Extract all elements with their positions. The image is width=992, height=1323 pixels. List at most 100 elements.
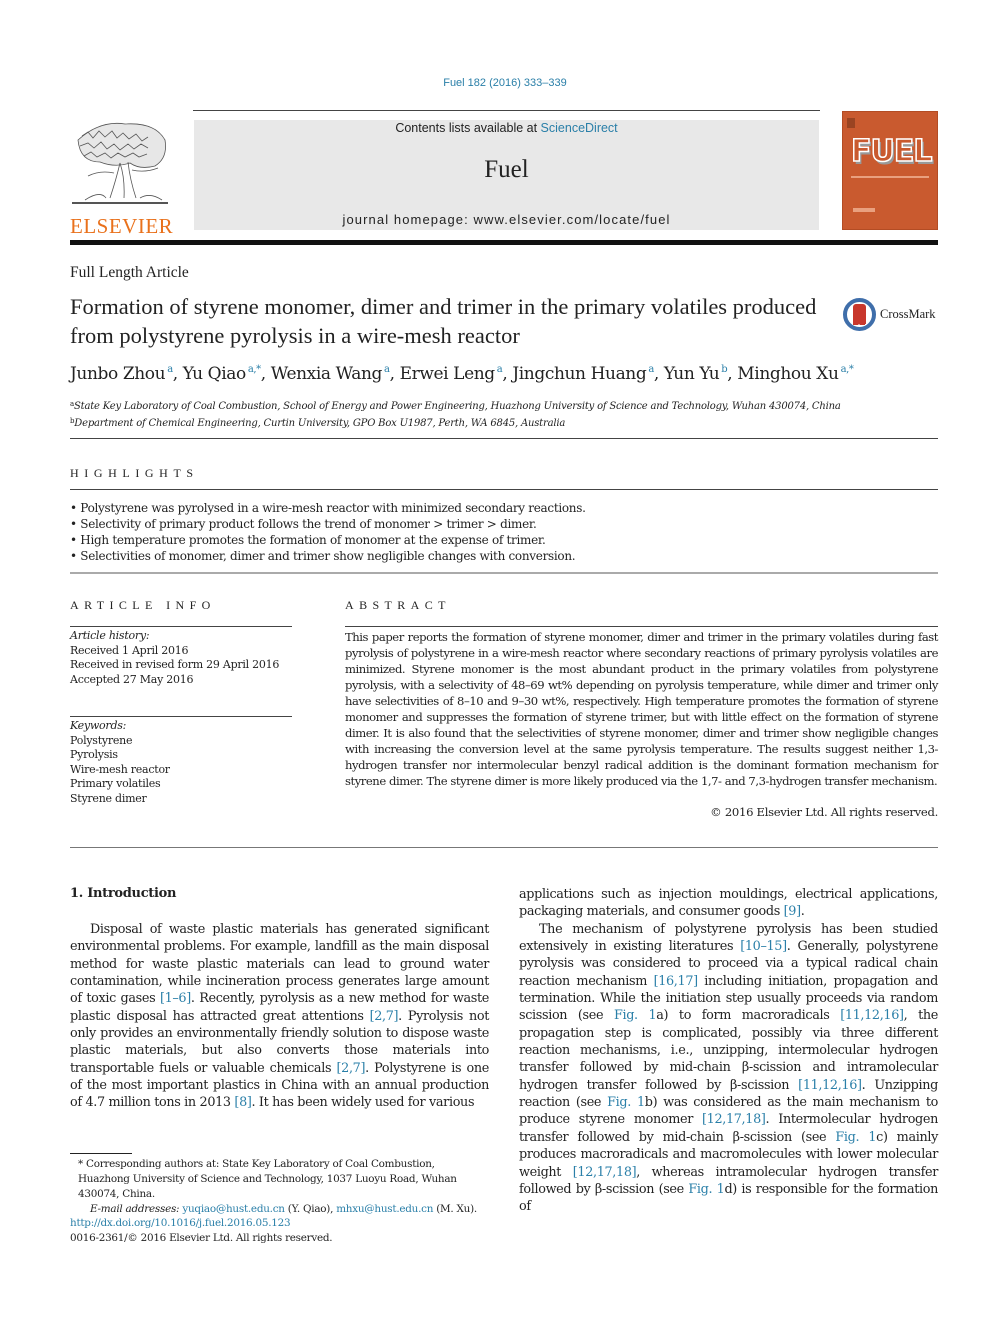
keyword-item: Wire-mesh reactor <box>70 762 170 776</box>
affiliation-b: bDepartment of Chemical Engineering, Cur… <box>70 414 841 431</box>
header-rule <box>193 110 820 111</box>
history-revised: Received in revised form 29 April 2016 <box>70 658 280 672</box>
author-list: Junbo Zhou a, Yu Qiao a,*, Wenxia Wang a, E… <box>70 364 854 384</box>
journal-name[interactable]: Fuel <box>194 156 819 184</box>
article-title: Formation of styrene monomer, dimer and … <box>70 294 817 348</box>
citation-link[interactable]: [11,12,16] <box>798 1078 862 1093</box>
abstract-copyright: © 2016 Elsevier Ltd. All rights reserved… <box>710 805 938 819</box>
elsevier-wordmark: ELSEVIER <box>70 214 174 238</box>
keyword-item: Pyrolysis <box>70 748 118 762</box>
journal-cover-image[interactable]: FUEL <box>842 111 938 230</box>
citation-link[interactable]: [2,7] <box>337 1061 366 1076</box>
email-line: E-mail addresses: yuqiao@hust.edu.cn (Y.… <box>70 1202 489 1217</box>
corresponding-author-note: * Corresponding authors at: State Key La… <box>78 1158 457 1200</box>
body-text: a) to form macroradicals <box>656 1008 841 1024</box>
contents-prefix: Contents lists available at <box>395 121 541 135</box>
affiliation-a: aState Key Laboratory of Coal Combustion… <box>70 397 841 414</box>
email-owner: (Y. Qiao), <box>284 1203 337 1215</box>
divider <box>70 572 938 574</box>
author-name[interactable]: Wenxia Wang <box>271 364 383 384</box>
affiliation-text: Department of Chemical Engineering, Curt… <box>74 418 566 429</box>
figure-reference-link[interactable]: Fig. 1 <box>835 1130 876 1145</box>
crossmark-button[interactable]: CrossMark <box>843 298 936 331</box>
footnote: * Corresponding authors at: State Key La… <box>70 1157 489 1217</box>
paragraph: The mechanism of polystyrene pyrolysis h… <box>519 921 938 1216</box>
keyword-item: Styrene dimer <box>70 791 147 805</box>
divider <box>345 626 938 627</box>
author-affiliation-marker[interactable]: b <box>721 364 727 375</box>
email-link-qiao[interactable]: yuqiao@hust.edu.cn <box>182 1203 285 1215</box>
figure-reference-link[interactable]: Fig. 1 <box>688 1182 724 1197</box>
footnote-rule <box>70 1153 132 1154</box>
divider <box>70 626 292 627</box>
history-received: Received 1 April 2016 <box>70 643 189 657</box>
article-type: Full Length Article <box>70 264 189 281</box>
body-text: applications such as injection mouldings… <box>519 887 938 920</box>
highlight-item: Selectivity of primary product follows t… <box>70 516 586 532</box>
header-thick-rule <box>70 240 938 245</box>
journal-masthead: Contents lists available at ScienceDirec… <box>194 120 819 230</box>
journal-citation[interactable]: Fuel 182 (2016) 333–339 <box>0 77 992 89</box>
author-name[interactable]: Yu Qiao <box>183 364 246 384</box>
author-affiliation-marker[interactable]: a <box>384 364 390 375</box>
author-affiliation-marker[interactable]: a <box>497 364 503 375</box>
highlights-heading: HIGHLIGHTS <box>70 466 199 480</box>
citation-link[interactable]: [16,17] <box>654 974 699 989</box>
doi-block: http://dx.doi.org/10.1016/j.fuel.2016.05… <box>70 1216 333 1246</box>
author-name[interactable]: Erwei Leng <box>400 364 496 384</box>
divider <box>70 847 938 848</box>
issn-line: 0016-2361/© 2016 Elsevier Ltd. All right… <box>70 1232 333 1244</box>
history-accepted: Accepted 27 May 2016 <box>70 672 194 686</box>
crossmark-label: CrossMark <box>880 307 936 321</box>
author-name[interactable]: Junbo Zhou <box>70 364 166 384</box>
abstract-text: This paper reports the formation of styr… <box>345 630 938 788</box>
citation-link[interactable]: [10–15] <box>740 939 787 954</box>
author-name[interactable]: Minghou Xu <box>737 364 839 384</box>
author-affiliation-marker[interactable]: a,* <box>248 364 261 375</box>
contents-line: Contents lists available at ScienceDirec… <box>194 121 819 135</box>
elsevier-logo[interactable]: ELSEVIER <box>70 118 173 238</box>
citation-link[interactable]: [1–6] <box>160 991 191 1006</box>
article-history: Article history: Received 1 April 2016 R… <box>70 629 279 687</box>
citation-link[interactable]: [8] <box>234 1095 251 1110</box>
sciencedirect-link[interactable]: ScienceDirect <box>541 121 618 135</box>
keyword-item: Polystyrene <box>70 733 133 747</box>
citation-link[interactable]: [2,7] <box>370 1009 399 1024</box>
body-text: . It has been widely used for various <box>251 1095 475 1111</box>
section-heading-introduction: 1. Introduction <box>70 886 177 901</box>
cover-title: FUEL <box>850 133 933 170</box>
affiliation-text: State Key Laboratory of Coal Combustion,… <box>73 401 841 412</box>
email-link-xu[interactable]: mhxu@hust.edu.cn <box>336 1203 433 1215</box>
divider <box>70 489 938 490</box>
figure-reference-link[interactable]: Fig. 1 <box>614 1008 657 1023</box>
cover-subtitle-bar <box>851 176 929 178</box>
email-label: E-mail addresses: <box>90 1203 180 1215</box>
introduction-left-column: Disposal of waste plastic materials has … <box>70 921 489 1112</box>
author-name[interactable]: Yun Yu <box>664 364 720 384</box>
citation-link[interactable]: [9] <box>784 904 801 919</box>
author-name[interactable]: Jingchun Huang <box>512 364 646 384</box>
article-info-heading: ARTICLE INFO <box>70 598 216 612</box>
author-affiliation-marker[interactable]: a <box>648 364 654 375</box>
abstract-heading: ABSTRACT <box>345 598 451 612</box>
email-owner: (M. Xu). <box>433 1203 477 1215</box>
highlights-list: Polystyrene was pyrolysed in a wire-mesh… <box>70 500 586 564</box>
citation-link[interactable]: [11,12,16] <box>840 1008 904 1023</box>
elsevier-tree-icon <box>72 122 168 204</box>
highlight-item: High temperature promotes the formation … <box>70 532 586 548</box>
author-affiliation-marker[interactable]: a,* <box>841 364 854 375</box>
divider <box>70 716 292 717</box>
keywords-label: Keywords: <box>70 719 127 732</box>
body-text: . <box>800 904 805 920</box>
doi-link[interactable]: http://dx.doi.org/10.1016/j.fuel.2016.05… <box>70 1216 332 1231</box>
keywords: Keywords: Polystyrene Pyrolysis Wire-mes… <box>70 719 170 807</box>
author-affiliation-marker[interactable]: a <box>167 364 173 375</box>
figure-reference-link[interactable]: Fig. 1 <box>607 1095 645 1110</box>
cover-emblem <box>847 118 855 128</box>
cover-footer-bar <box>853 208 875 212</box>
history-label: Article history: <box>70 629 150 642</box>
citation-link[interactable]: [12,17,18] <box>573 1165 637 1180</box>
journal-homepage[interactable]: journal homepage: www.elsevier.com/locat… <box>194 212 819 227</box>
citation-link[interactable]: [12,17,18] <box>702 1112 766 1127</box>
highlight-item: Polystyrene was pyrolysed in a wire-mesh… <box>70 500 586 516</box>
